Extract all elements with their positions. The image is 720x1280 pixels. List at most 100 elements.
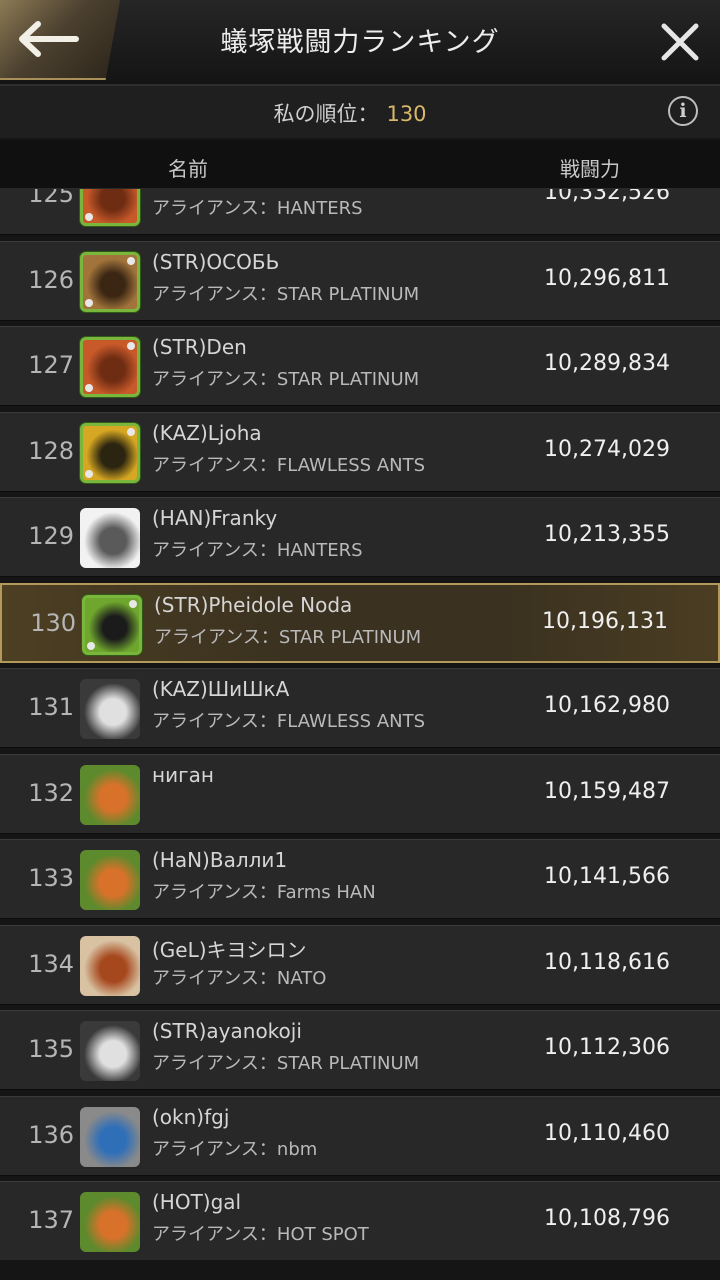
ranking-row[interactable]: 136 (okn)fgj アライアンス：nbm 10,110,460 — [0, 1095, 720, 1176]
frame-ornament-icon — [85, 298, 93, 307]
top-bar: 蟻塚戦闘力ランキング — [0, 0, 720, 86]
orange-ant-avatar[interactable] — [80, 1192, 140, 1252]
close-button[interactable] — [658, 20, 702, 64]
info-icon[interactable]: i — [668, 96, 698, 126]
player-alliance: アライアンス：STAR PLATINUM — [152, 1053, 420, 1074]
ranking-row[interactable]: 128 (KAZ)Ljoha アライアンス：FLAWLESS ANTS 10,274,… — [0, 411, 720, 492]
close-icon — [661, 23, 699, 61]
page-title: 蟻塚戦闘力ランキング — [220, 27, 500, 58]
ranking-row[interactable]: 134 (GeL)キヨシロン アライアンス：NATO 10,118,616 — [0, 924, 720, 1005]
player-name: (KAZ)Ljoha — [152, 420, 262, 445]
frame-ornament-icon — [85, 469, 93, 478]
frame-ornament-icon — [87, 641, 95, 650]
rank-number: 136 — [28, 1120, 74, 1149]
my-rank-bar: 私の順位： 130 i — [0, 86, 720, 138]
player-name: (STR)ОСОБЬ — [152, 249, 280, 274]
orange-ant-avatar[interactable] — [80, 850, 140, 910]
player-name: ниган — [152, 762, 214, 787]
player-alliance: アライアンス：STAR PLATINUM — [154, 626, 422, 648]
ranking-row[interactable]: 126 (STR)ОСОБЬ アライアンス：STAR PLATINUM 10,296,… — [0, 240, 720, 321]
ranking-row-self[interactable]: 130 (STR)Pheidole Noda アライアンス：STAR PLATINU… — [0, 582, 720, 663]
brown-ant-avatar[interactable] — [80, 935, 140, 996]
blue-ant-avatar[interactable] — [80, 1106, 140, 1167]
player-power: 10,289,834 — [544, 351, 670, 376]
yellow-ant-avatar[interactable] — [80, 422, 140, 483]
player-power: 10,108,796 — [544, 1206, 670, 1231]
player-alliance: アライアンス：HOT SPOT — [152, 1224, 369, 1245]
player-alliance: アライアンス：nbm — [152, 1138, 318, 1160]
player-power: 10,196,131 — [542, 608, 668, 634]
ranking-row[interactable]: 135 (STR)ayanokoji アライアンス：STAR PLATINUM 10,… — [0, 1010, 720, 1090]
frame-ornament-icon — [85, 384, 93, 392]
player-alliance: アライアンス：NATO — [152, 967, 327, 989]
rank-number: 131 — [28, 693, 74, 721]
player-alliance: アライアンス：HANTERS — [152, 540, 363, 561]
rank-number: 132 — [28, 778, 74, 807]
ranking-row[interactable]: 133 (HaN)Валли1 アライアンス：Farms HAN 10,141,566 — [0, 839, 720, 919]
rank-number: 129 — [28, 522, 74, 550]
column-power-header: 戦闘力 — [560, 157, 620, 181]
player-power: 10,110,460 — [544, 1120, 670, 1146]
player-name: (KAZ)ШиШкА — [152, 677, 290, 701]
player-name: (STR)ayanokoji — [152, 1019, 302, 1043]
player-power: 10,274,029 — [544, 436, 670, 462]
player-power: 10,159,487 — [544, 778, 670, 804]
player-power: 10,141,566 — [544, 864, 670, 889]
ranking-row[interactable]: 132 ниган 10,159,487 — [0, 753, 720, 834]
player-alliance: アライアンス：STAR PLATINUM — [152, 283, 420, 305]
player-alliance: アライアンス：Farms HAN — [152, 882, 376, 903]
frame-ornament-icon — [127, 342, 135, 350]
anime-avatar[interactable] — [80, 679, 140, 739]
anime-avatar[interactable] — [80, 1021, 140, 1081]
player-name: (okn)fgj — [152, 1104, 230, 1129]
player-alliance: アライアンス：STAR PLATINUM — [152, 369, 420, 390]
player-power: 10,112,306 — [544, 1035, 670, 1060]
player-power: 10,332,526 — [544, 189, 670, 205]
player-name: (STR)Den — [152, 335, 247, 359]
dark-ant-avatar[interactable] — [80, 251, 140, 312]
ranking-row[interactable]: 129 (HAN)Franky アライアンス：HANTERS 10,213,355 — [0, 497, 720, 577]
frame-ornament-icon — [129, 599, 137, 608]
rank-number: 133 — [28, 864, 74, 892]
bottom-strip — [0, 1260, 720, 1280]
rank-number: 134 — [28, 949, 74, 978]
ranking-row[interactable]: 131 (KAZ)ШиШкА アライアンス：FLAWLESS ANTS 10,162,… — [0, 668, 720, 748]
column-name-header: 名前 — [168, 157, 208, 181]
red-ant-avatar[interactable] — [80, 189, 140, 226]
player-name: (HaN)Валли1 — [152, 848, 288, 872]
rank-number: 127 — [28, 351, 74, 379]
player-name: (HAN)Franky — [152, 506, 278, 530]
back-button[interactable] — [0, 0, 120, 80]
my-rank-value: 130 — [386, 102, 427, 126]
orange-ant-avatar[interactable] — [80, 764, 140, 825]
ranking-row[interactable]: 127 (STR)Den アライアンス：STAR PLATINUM 10,289,83… — [0, 326, 720, 406]
my-rank-label: 私の順位： — [273, 102, 379, 126]
frame-ornament-icon — [127, 256, 135, 265]
player-power: 10,162,980 — [544, 693, 670, 718]
player-alliance: アライアンス：FLAWLESS ANTS — [152, 454, 426, 476]
rank-number: 137 — [28, 1206, 74, 1234]
rank-number: 126 — [28, 265, 74, 294]
player-power: 10,213,355 — [544, 522, 670, 547]
player-alliance: アライアンス：HANTERS — [152, 198, 363, 219]
player-name: (GeL)キヨシロン — [152, 937, 307, 962]
manga-avatar[interactable] — [80, 508, 140, 568]
arrow-left-icon — [19, 21, 79, 57]
rank-number: 125 — [28, 189, 74, 208]
player-alliance: アライアンス：FLAWLESS ANTS — [152, 711, 426, 732]
my-rank: 私の順位： 130 — [0, 98, 700, 128]
ranking-row[interactable]: 125(HAN)LeonLevアライアンス：HANTERS10,332,526 — [0, 189, 720, 235]
column-header: 名前 戦闘力 — [0, 140, 720, 189]
player-name: (STR)Pheidole Noda — [154, 592, 353, 617]
ranking-list[interactable]: 125(HAN)LeonLevアライアンス：HANTERS10,332,5261… — [0, 189, 720, 1260]
rank-number: 128 — [28, 436, 74, 465]
frame-ornament-icon — [127, 427, 135, 436]
rank-number: 130 — [30, 608, 76, 637]
frame-ornament-icon — [85, 213, 93, 221]
black-ant-avatar[interactable] — [82, 594, 142, 655]
player-power: 10,118,616 — [544, 949, 670, 975]
rank-number: 135 — [28, 1035, 74, 1063]
player-power: 10,296,811 — [544, 265, 670, 291]
red-ant-avatar[interactable] — [80, 337, 140, 397]
ranking-row[interactable]: 137 (HOT)gal アライアンス：HOT SPOT 10,108,796 — [0, 1181, 720, 1260]
